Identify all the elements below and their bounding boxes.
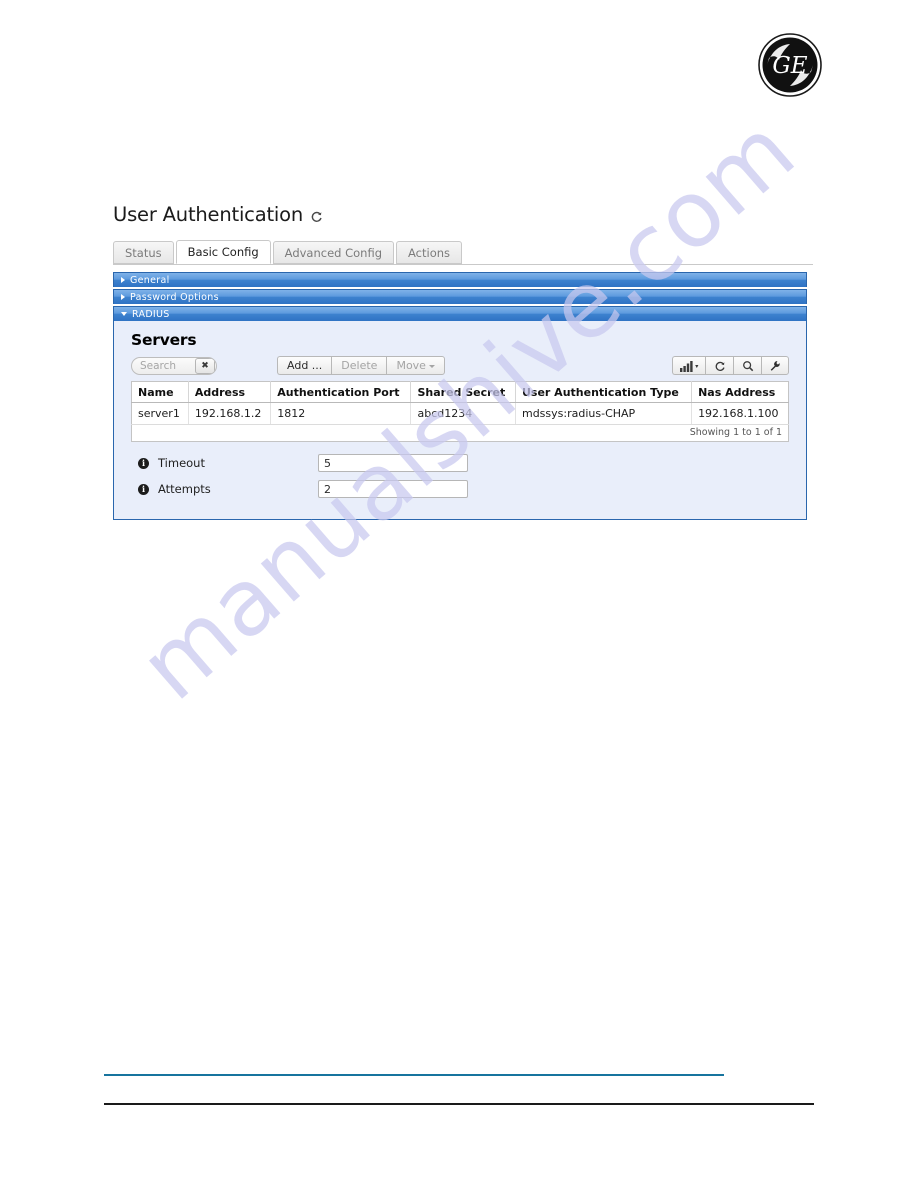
move-button[interactable]: Move	[386, 356, 445, 375]
search-placeholder: Search	[140, 359, 177, 372]
attempts-input[interactable]	[318, 480, 468, 498]
accordion-section-password-options[interactable]: Password Options	[113, 289, 807, 304]
table-header-row: Name Address Authentication Port Shared …	[131, 381, 789, 403]
servers-action-buttons: Add ... Delete Move	[277, 356, 445, 375]
chart-bars-icon-button[interactable]	[672, 356, 705, 375]
delete-button[interactable]: Delete	[331, 356, 387, 375]
column-header-nas-address[interactable]: Nas Address	[691, 381, 789, 403]
tab-basic-config[interactable]: Basic Config	[175, 240, 271, 264]
accordion-label-radius: RADIUS	[132, 308, 170, 320]
chevron-right-icon	[121, 294, 125, 300]
footer-rule-base	[104, 1103, 814, 1105]
label-attempts: Attempts	[158, 482, 211, 496]
tab-advanced-config[interactable]: Advanced Config	[272, 241, 395, 264]
accordion-section-general[interactable]: General	[113, 272, 807, 287]
refresh-icon[interactable]	[310, 210, 323, 223]
form-row-attempts: i Attempts	[138, 480, 796, 498]
watermark: manualshive.com	[0, 0, 918, 1188]
cell-nas-address: 192.168.1.100	[691, 402, 789, 425]
tab-actions[interactable]: Actions	[396, 241, 463, 264]
chevron-right-icon	[121, 277, 125, 283]
cell-authentication-port: 1812	[270, 402, 412, 425]
table-pagination-status: Showing 1 to 1 of 1	[131, 425, 789, 442]
search-input[interactable]: Search ✖	[131, 356, 217, 375]
column-header-authentication-port[interactable]: Authentication Port	[270, 381, 412, 403]
accordion: General Password Options RADIUS Servers …	[113, 272, 807, 520]
page-title: User Authentication	[113, 203, 303, 226]
ge-monogram-logo: GE	[757, 32, 823, 98]
timeout-input[interactable]	[318, 454, 468, 472]
refresh-icon-button[interactable]	[705, 356, 733, 375]
column-header-shared-secret[interactable]: Shared Secret	[410, 381, 516, 403]
chevron-down-icon	[428, 364, 435, 368]
column-header-address[interactable]: Address	[188, 381, 272, 403]
tab-bar: Status Basic Config Advanced Config Acti…	[113, 240, 813, 265]
table-row[interactable]: server1 192.168.1.2 1812 abcd1234 mdssys…	[131, 402, 789, 425]
form-row-timeout: i Timeout	[138, 454, 796, 472]
page-content: User Authentication Status Basic Config …	[113, 203, 813, 520]
tab-status[interactable]: Status	[113, 241, 174, 264]
add-button[interactable]: Add ...	[277, 356, 332, 375]
cell-name: server1	[131, 402, 189, 425]
info-icon[interactable]: i	[138, 457, 149, 469]
cell-address: 192.168.1.2	[188, 402, 272, 425]
clear-search-button[interactable]: ✖	[195, 357, 215, 374]
page-header: User Authentication	[113, 203, 813, 226]
servers-icon-buttons	[672, 356, 789, 375]
column-header-user-authentication-type[interactable]: User Authentication Type	[515, 381, 693, 403]
servers-table-wrap: Name Address Authentication Port Shared …	[131, 381, 789, 442]
footer-rule-accent	[104, 1074, 724, 1076]
chevron-down-icon	[121, 312, 127, 316]
cell-user-authentication-type: mdssys:radius-CHAP	[515, 402, 693, 425]
servers-toolbar: Search ✖ Add ... Delete Move	[131, 356, 796, 375]
radius-settings-form: i Timeout i Attempts	[138, 454, 796, 498]
move-button-label: Move	[396, 359, 426, 372]
servers-table: Name Address Authentication Port Shared …	[131, 381, 789, 425]
info-icon[interactable]: i	[138, 483, 149, 495]
accordion-section-radius[interactable]: RADIUS	[113, 306, 807, 321]
accordion-label-password-options: Password Options	[130, 291, 219, 303]
radius-panel: Servers Search ✖ Add ... Delete Move Nam…	[113, 321, 807, 520]
column-header-name[interactable]: Name	[131, 381, 189, 403]
cell-shared-secret: abcd1234	[410, 402, 516, 425]
label-timeout: Timeout	[158, 456, 205, 470]
accordion-label-general: General	[130, 274, 170, 286]
panel-title-servers: Servers	[131, 331, 197, 349]
wrench-icon-button[interactable]	[761, 356, 789, 375]
search-icon-button[interactable]	[733, 356, 761, 375]
svg-text:GE: GE	[772, 53, 807, 79]
